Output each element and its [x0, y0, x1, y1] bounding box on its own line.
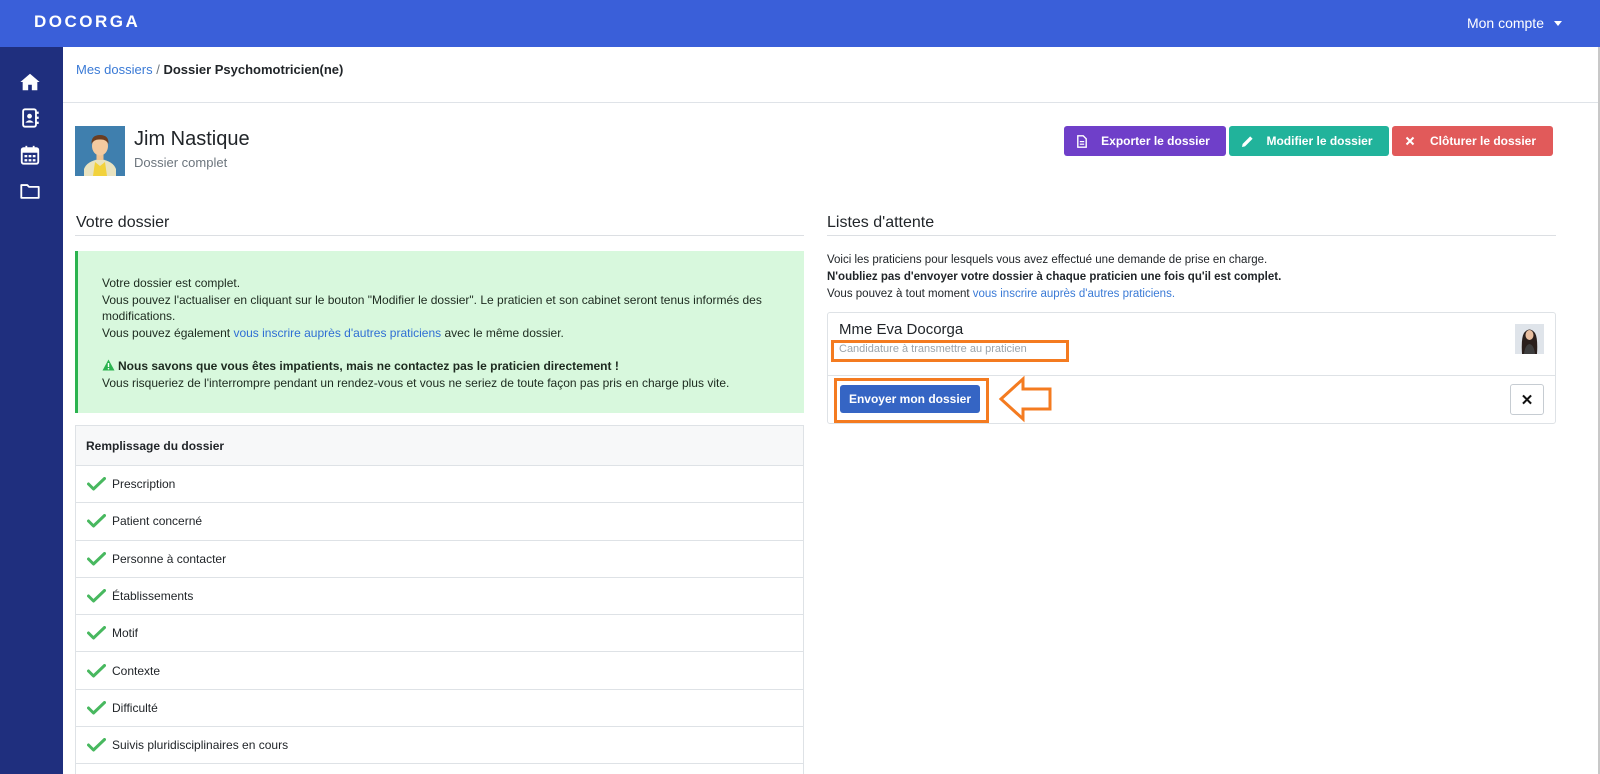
- checklist-item-label: Suivis pluridisciplinaires en cours: [112, 738, 289, 753]
- checklist-item-label: Motif: [112, 626, 139, 641]
- checklist-card: Remplissage du dossier Prescription Patie…: [75, 425, 804, 774]
- card-divider: [828, 375, 1555, 376]
- check-icon: [87, 551, 106, 566]
- breadcrumb: Mes dossiers / Dossier Psychomotricien(n…: [76, 62, 343, 77]
- address-book-icon[interactable]: [19, 107, 41, 129]
- warning-icon: [102, 359, 115, 371]
- intro-line-1: Voici les praticiens pour lesquels vous …: [827, 254, 1268, 266]
- breadcrumb-current: Dossier Psychomotricien(ne): [163, 62, 344, 77]
- check-icon: [87, 514, 106, 528]
- sidebar: [0, 47, 63, 774]
- checklist-item: Patient concerné: [76, 503, 803, 541]
- checklist-item-label: Contexte: [112, 663, 161, 678]
- breadcrumb-separator: /: [156, 62, 160, 77]
- checklist-item: Suivis pluridisciplinaires en cours: [76, 727, 803, 765]
- check-icon: [87, 626, 106, 640]
- intro-line-3: Vous pouvez à tout moment vous inscrire …: [827, 288, 1176, 300]
- divider: [63, 102, 1598, 103]
- logo[interactable]: DOCORGA: [34, 12, 140, 32]
- export-dossier-label: Exporter le dossier: [1101, 134, 1210, 148]
- check-icon: [87, 663, 106, 678]
- check-icon: [87, 477, 106, 491]
- close-dossier-button[interactable]: Clôturer le dossier: [1392, 126, 1553, 156]
- patient-name: Jim Nastique: [134, 128, 250, 150]
- practitioner-name: Mme Eva Docorga: [839, 321, 964, 338]
- folder-icon[interactable]: [19, 180, 41, 202]
- alert-line-register: Vous pouvez également vous inscrire aupr…: [102, 325, 564, 340]
- listes-attente-title: Listes d'attente: [827, 214, 935, 231]
- checklist-header: Remplissage du dossier: [76, 426, 803, 466]
- checklist-item: Contexte: [76, 652, 803, 690]
- pencil-icon: [1240, 135, 1254, 148]
- checklist-item: Difficulté: [76, 690, 803, 728]
- modify-dossier-button[interactable]: Modifier le dossier: [1229, 126, 1389, 156]
- close-icon: [1403, 136, 1417, 146]
- votre-dossier-title: Votre dossier: [76, 214, 170, 231]
- patient-status: Dossier complet: [134, 155, 228, 170]
- register-other-practitioners-link-2[interactable]: vous inscrire auprès d'autres praticiens…: [973, 288, 1175, 300]
- practitioner-photo: [1515, 324, 1544, 354]
- checklist-item-label: Difficulté: [112, 700, 158, 715]
- arrow-left-icon: [998, 375, 1052, 423]
- close-dossier-label: Clôturer le dossier: [1429, 134, 1537, 148]
- calendar-icon[interactable]: [19, 144, 41, 166]
- dossier-complete-alert: Votre dossier est complet. Vous pouvez l…: [75, 251, 804, 413]
- highlight-box-status: [831, 340, 1069, 362]
- section-divider: [75, 235, 804, 236]
- check-icon: [87, 738, 106, 752]
- file-icon: [1075, 134, 1089, 148]
- checklist-item-label: Établissements: [112, 589, 194, 604]
- checklist-item: Établissements: [76, 578, 803, 616]
- check-icon: [87, 700, 106, 715]
- export-dossier-button[interactable]: Exporter le dossier: [1064, 126, 1226, 156]
- checklist-item: Prescription: [76, 466, 803, 504]
- alert-warning-detail: Vous risqueriez de l'interrompre pendant…: [102, 375, 730, 390]
- alert-line-update: Vous pouvez l'actualiser en cliquant sur…: [102, 292, 762, 324]
- alert-warning: Nous savons que vous êtes impatients, ma…: [102, 358, 804, 375]
- breadcrumb-link-mes-dossiers[interactable]: Mes dossiers: [76, 62, 153, 77]
- checklist-item: Motif: [76, 615, 803, 653]
- checklist-item-label: Personne à contacter: [112, 551, 227, 566]
- top-navbar: DOCORGA Mon compte: [0, 0, 1600, 47]
- account-menu[interactable]: Mon compte: [1467, 15, 1562, 31]
- checklist-item-label: Patient concerné: [112, 514, 203, 529]
- intro-line-2: N'oubliez pas d'envoyer votre dossier à …: [827, 271, 1282, 283]
- remove-practitioner-button[interactable]: ✕: [1510, 384, 1544, 415]
- patient-avatar: [75, 126, 125, 176]
- section-divider: [827, 235, 1556, 236]
- practitioner-card: Mme Eva Docorga Candidature à transmettr…: [827, 312, 1556, 424]
- checklist-item: Personne à contacter: [76, 541, 803, 578]
- waiting-list-intro: Voici les praticiens pour lesquels vous …: [827, 252, 1281, 303]
- check-icon: [87, 589, 106, 603]
- account-label: Mon compte: [1466, 15, 1544, 31]
- send-dossier-button[interactable]: Envoyer mon dossier: [840, 385, 980, 413]
- alert-line-complete: Votre dossier est complet.: [102, 276, 241, 290]
- home-icon[interactable]: [19, 71, 41, 93]
- modify-dossier-label: Modifier le dossier: [1266, 134, 1373, 148]
- caret-down-icon: [1554, 20, 1562, 26]
- register-other-practitioners-link[interactable]: vous inscrire auprès d'autres praticiens: [233, 326, 441, 340]
- checklist-item-label: Prescription: [112, 477, 176, 492]
